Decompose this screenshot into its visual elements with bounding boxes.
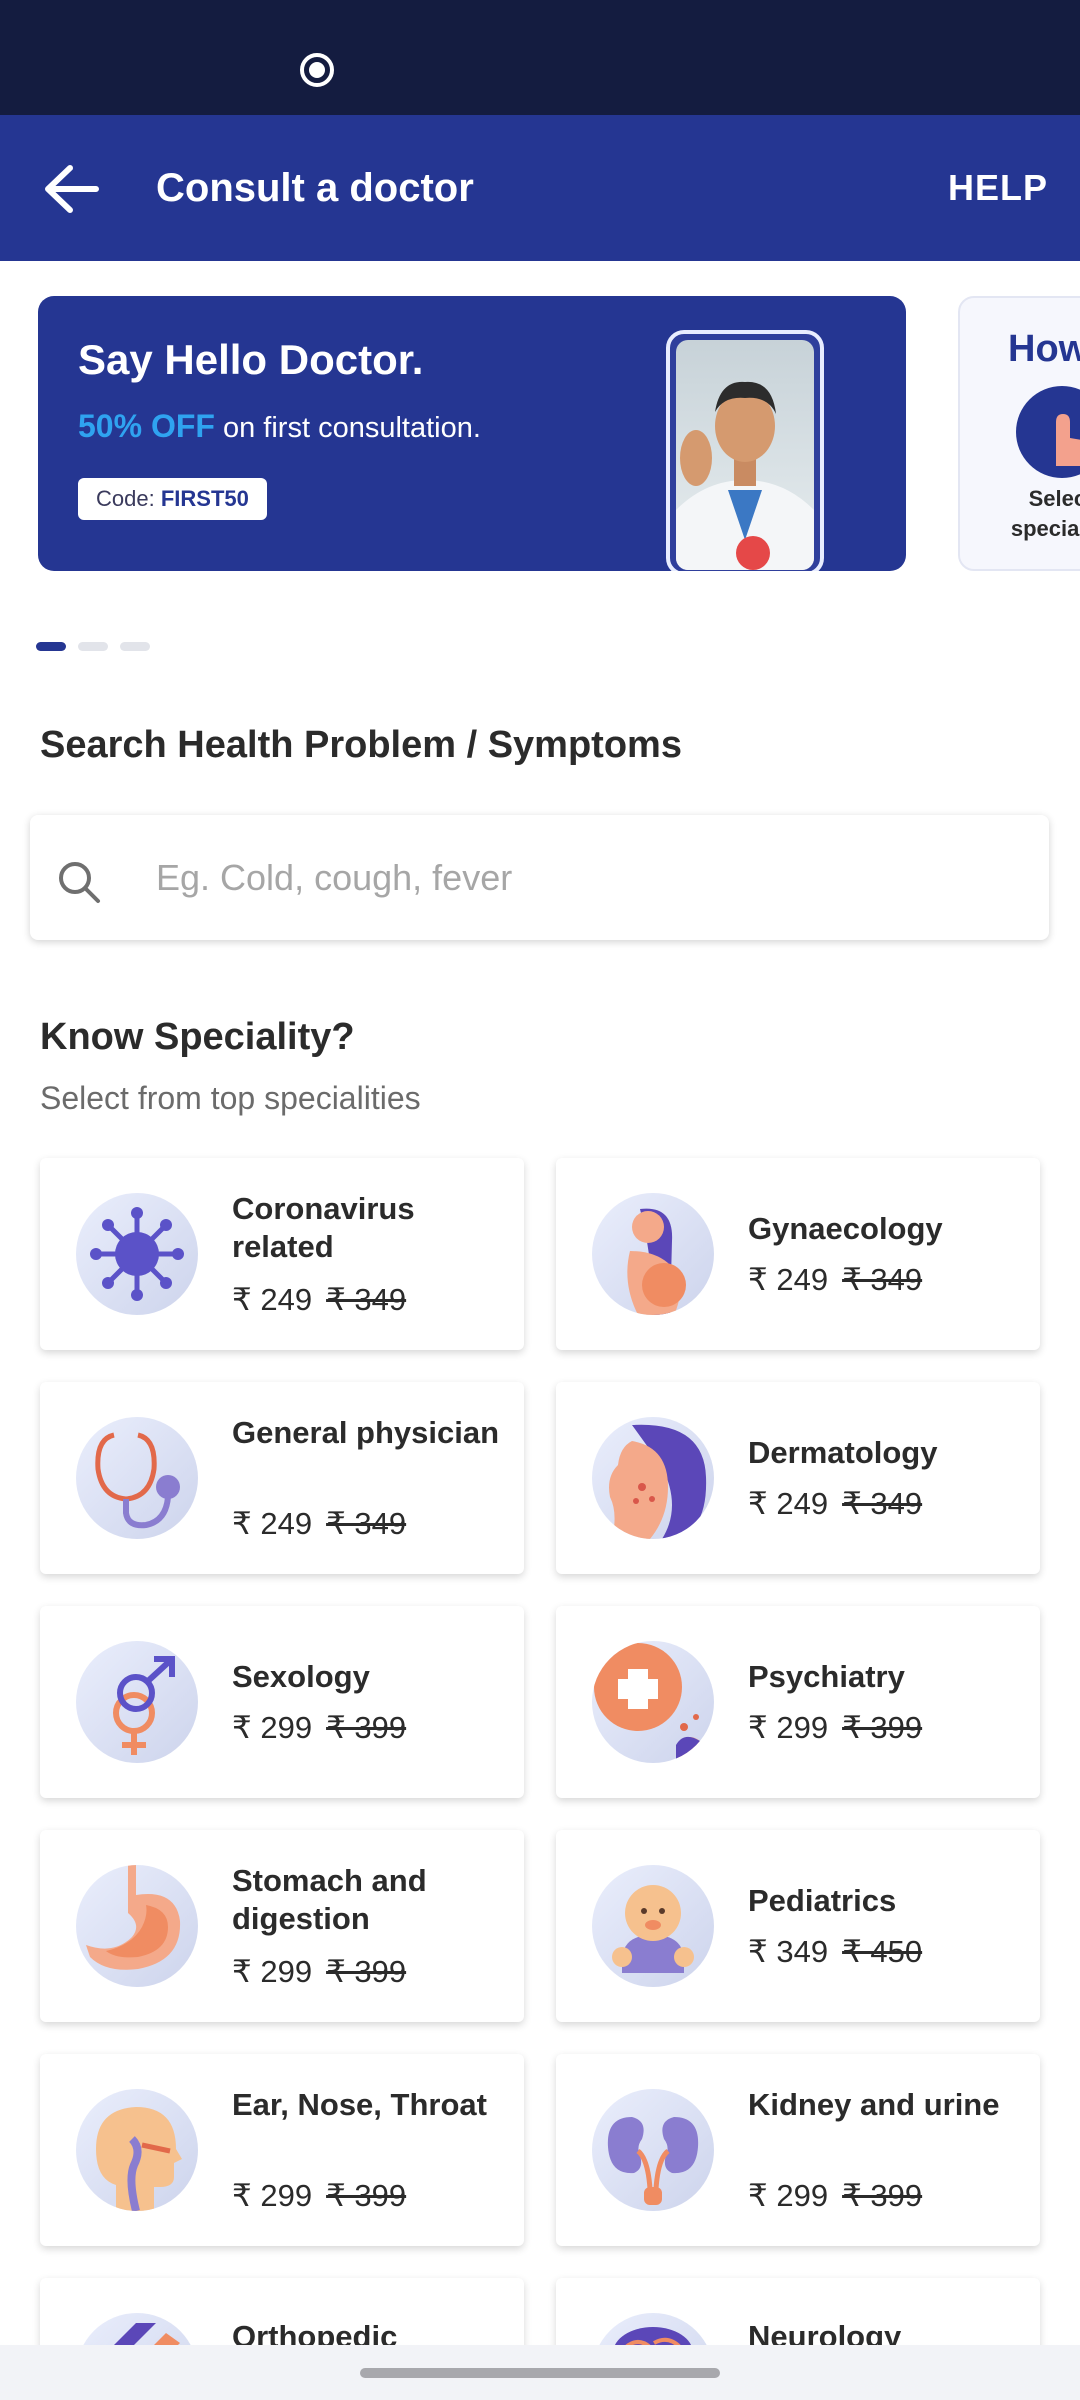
ent-head-icon [76,2089,198,2211]
speciality-price: ₹ 249 ₹ 349 [748,1486,922,1522]
speciality-name: Coronavirus related [232,1191,415,1264]
banner-subtitle-rest: on first consultation. [214,412,481,444]
page-title: Consult a doctor [156,166,474,210]
banner2-text: Select speciality [1010,486,1080,541]
skin-face-icon [592,1417,714,1539]
speciality-price: ₹ 299 ₹ 399 [232,2178,406,2214]
current-price: ₹ 299 [748,1710,829,1745]
search-box[interactable] [30,815,1049,940]
speciality-price: ₹ 249 ₹ 349 [232,1506,406,1542]
speciality-name: Gynaecology [748,1211,943,1246]
promo-code-value: FIRST50 [160,486,249,511]
speciality-name: Stomach and digestion [232,1863,427,1936]
original-price: ₹ 349 [326,1506,407,1541]
original-price: ₹ 450 [842,1934,923,1969]
speciality-card-stomach[interactable]: Stomach and digestion ₹ 299 ₹ 399 [40,1830,524,2022]
video-call-phone-illustration [666,330,824,571]
speciality-name: Psychiatry [748,1659,905,1694]
promo-banner[interactable]: Say Hello Doctor. 50% OFF on first consu… [38,296,906,571]
current-price: ₹ 299 [232,1954,313,1989]
speciality-name: Ear, Nose, Throat [232,2087,487,2122]
back-button[interactable] [36,153,108,225]
speciality-price: ₹ 249 ₹ 349 [748,1262,922,1298]
original-price: ₹ 349 [842,1262,923,1297]
stomach-icon [76,1865,198,1987]
speciality-price: ₹ 299 ₹ 399 [748,2178,922,2214]
gender-symbols-icon [76,1641,198,1763]
original-price: ₹ 399 [326,1710,407,1745]
end-call-icon [736,536,770,570]
original-price: ₹ 349 [842,1486,923,1521]
search-icon [59,862,100,903]
speciality-card-sexology[interactable]: Sexology ₹ 299 ₹ 399 [40,1606,524,1798]
speciality-price: ₹ 299 ₹ 399 [748,1710,922,1746]
banner-subtitle: 50% OFF on first consultation. [78,408,481,445]
speciality-card-coronavirus[interactable]: Coronavirus related ₹ 249 ₹ 349 [40,1158,524,1350]
speciality-name: General physician [232,1415,500,1450]
promo-code-label: Code: [96,486,161,511]
home-indicator[interactable] [360,2368,720,2378]
speciality-card-psychiatry[interactable]: Psychiatry ₹ 299 ₹ 399 [556,1606,1040,1798]
banner2-title: How [1008,328,1080,370]
speciality-section-title: Know Speciality? [40,1016,355,1058]
arrow-left-icon [45,165,99,213]
speciality-price: ₹ 349 ₹ 450 [748,1934,922,1970]
carousel-dot [120,642,150,651]
original-price: ₹ 399 [842,1710,923,1745]
speciality-card-kidney[interactable]: Kidney and urine ₹ 299 ₹ 399 [556,2054,1040,2246]
speciality-price: ₹ 249 ₹ 349 [232,1282,406,1318]
speciality-name: Sexology [232,1659,370,1694]
baby-icon [592,1865,714,1987]
virus-icon [76,1193,198,1315]
mind-icon [592,1641,714,1763]
current-price: ₹ 249 [232,1282,313,1317]
original-price: ₹ 399 [842,2178,923,2213]
current-price: ₹ 299 [232,2178,313,2213]
original-price: ₹ 399 [326,1954,407,1989]
search-section-title: Search Health Problem / Symptoms [40,724,682,766]
original-price: ₹ 399 [326,2178,407,2213]
how-it-works-banner[interactable]: How Select speciality [958,296,1080,571]
doctor-photo [676,340,814,570]
original-price: ₹ 349 [326,1282,407,1317]
current-price: ₹ 299 [748,2178,829,2213]
current-price: ₹ 299 [232,1710,313,1745]
current-price: ₹ 249 [748,1262,829,1297]
discount-text: 50% OFF [78,408,215,444]
speciality-card-general-physician[interactable]: General physician ₹ 249 ₹ 349 [40,1382,524,1574]
speciality-card-gynaecology[interactable]: Gynaecology ₹ 249 ₹ 349 [556,1158,1040,1350]
recording-indicator-icon [300,53,334,87]
promo-code-badge: Code: FIRST50 [78,478,267,520]
current-price: ₹ 249 [232,1506,313,1541]
kidney-icon [592,2089,714,2211]
search-input[interactable] [156,815,1016,940]
speciality-name: Kidney and urine [748,2087,1000,2122]
speciality-section-subtitle: Select from top specialities [40,1080,421,1116]
pregnant-woman-icon [592,1193,714,1315]
speciality-card-ent[interactable]: Ear, Nose, Throat ₹ 299 ₹ 399 [40,2054,524,2246]
speciality-price: ₹ 299 ₹ 399 [232,1710,406,1746]
tap-hand-icon [1016,386,1080,478]
current-price: ₹ 249 [748,1486,829,1521]
speciality-price: ₹ 299 ₹ 399 [232,1954,406,1990]
carousel-dot [78,642,108,651]
status-bar [0,0,1080,115]
stethoscope-icon [76,1417,198,1539]
speciality-card-pediatrics[interactable]: Pediatrics ₹ 349 ₹ 450 [556,1830,1040,2022]
current-price: ₹ 349 [748,1934,829,1969]
app-bar: Consult a doctor HELP [0,115,1080,261]
carousel-dot-active [36,642,66,651]
speciality-name: Dermatology [748,1435,938,1470]
banner-title: Say Hello Doctor. [78,336,424,383]
speciality-name: Pediatrics [748,1883,897,1918]
help-button[interactable]: HELP [948,115,1048,261]
speciality-card-dermatology[interactable]: Dermatology ₹ 249 ₹ 349 [556,1382,1040,1574]
